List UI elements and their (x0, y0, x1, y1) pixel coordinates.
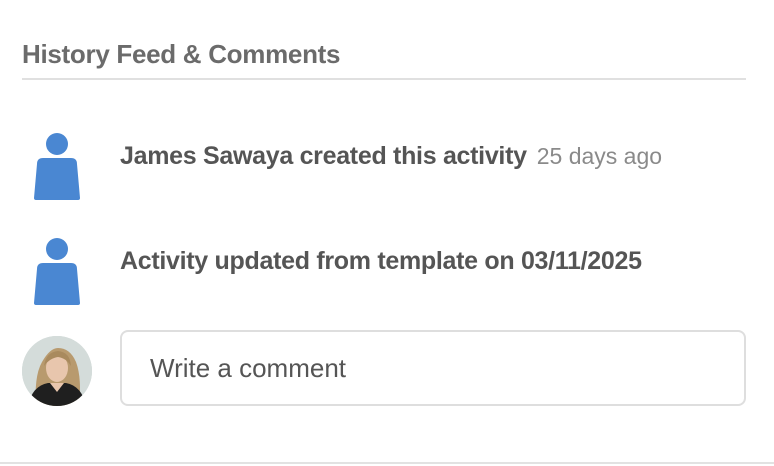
section-title: History Feed & Comments (22, 39, 341, 69)
comment-row (0, 330, 774, 410)
user-icon (34, 238, 80, 305)
feed-message: James Sawaya created this activity (120, 142, 527, 170)
bottom-divider (0, 462, 774, 464)
user-icon (34, 133, 80, 200)
feed-message: Activity updated from template on 03/11/… (120, 247, 642, 275)
user-avatar-photo (22, 336, 92, 406)
history-feed-panel: History Feed & Comments James Sawaya cre… (0, 0, 774, 466)
feed-item: James Sawaya created this activity 25 day… (0, 120, 774, 200)
feed-text: Activity updated from template on 03/11/… (120, 247, 642, 276)
title-divider (22, 78, 746, 80)
avatar (22, 336, 92, 406)
feed-timestamp: 25 days ago (536, 143, 663, 169)
comment-input[interactable] (120, 330, 746, 406)
feed-item: Activity updated from template on 03/11/… (0, 225, 774, 305)
feed-text: James Sawaya created this activity 25 day… (120, 142, 662, 171)
